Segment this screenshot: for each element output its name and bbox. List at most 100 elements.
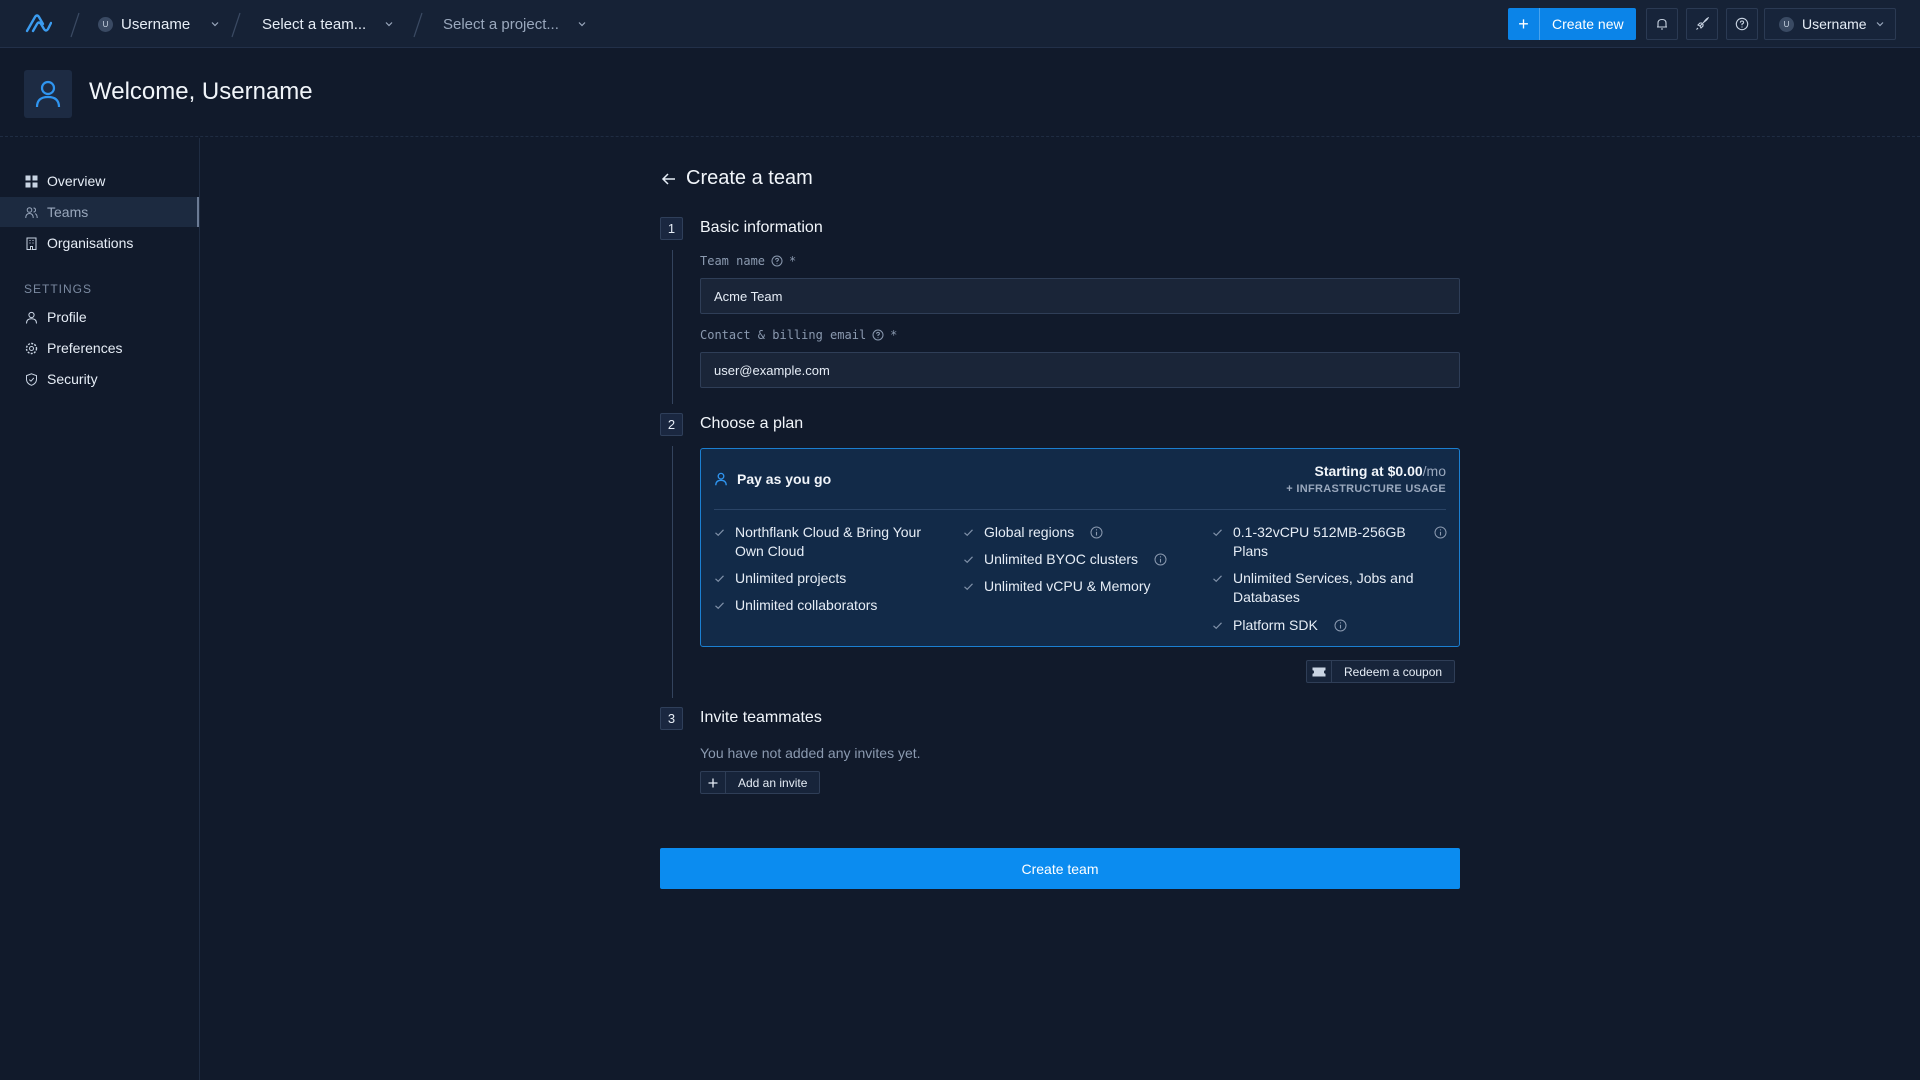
breadcrumb-separator xyxy=(231,12,241,38)
sidebar-item-label: Organisations xyxy=(47,235,134,251)
step-connector xyxy=(672,250,673,404)
help-circle-icon[interactable] xyxy=(872,329,884,341)
plan-feature: Northflank Cloud & Bring Your Own Cloud xyxy=(714,523,944,561)
user-crumb-label: Username xyxy=(121,15,191,33)
sidebar-item-security[interactable]: Security xyxy=(0,364,199,394)
plan-feature-text: Northflank Cloud & Bring Your Own Cloud xyxy=(735,524,921,559)
email-label-text: Contact & billing email xyxy=(700,328,867,342)
user-avatar xyxy=(24,70,72,118)
plan-feature: Global regions xyxy=(963,523,1193,542)
info-icon[interactable] xyxy=(1434,526,1447,539)
step-title: Basic information xyxy=(700,219,823,236)
sidebar-item-organisations[interactable]: Organisations xyxy=(0,228,199,258)
sidebar-item-label: Preferences xyxy=(47,340,123,356)
plan-feature-text: Unlimited projects xyxy=(735,570,847,586)
team-select-label: Select a team... xyxy=(262,15,367,33)
create-team-button[interactable]: Create team xyxy=(660,848,1460,889)
chevron-down-icon xyxy=(211,22,219,27)
no-invites-text: You have not added any invites yet. xyxy=(700,745,921,761)
redeem-coupon-button[interactable]: Redeem a coupon xyxy=(1306,660,1456,683)
sidebar-item-label: Teams xyxy=(47,204,89,220)
user-crumb[interactable]: U Username xyxy=(98,0,220,48)
check-icon xyxy=(964,583,973,591)
plan-feature-text: Platform SDK xyxy=(1233,617,1318,633)
team-select[interactable]: Select a team... xyxy=(262,0,394,48)
plan-feature-text: Unlimited BYOC clusters xyxy=(984,551,1139,567)
settings-heading: SETTINGS xyxy=(24,282,93,296)
info-icon[interactable] xyxy=(1334,619,1347,632)
check-icon xyxy=(964,529,973,537)
required-marker: * xyxy=(789,254,797,268)
team-name-input[interactable]: Acme Team xyxy=(700,278,1460,314)
user-avatar-small: U xyxy=(1779,16,1794,32)
page-title-text: Create a team xyxy=(686,167,813,189)
bell-icon xyxy=(1657,18,1667,30)
plus-icon: + xyxy=(1508,8,1540,40)
user-icon xyxy=(26,311,37,324)
required-marker: * xyxy=(890,328,898,342)
users-icon xyxy=(25,206,38,218)
user-icon xyxy=(715,472,727,486)
check-icon xyxy=(964,556,973,564)
check-icon xyxy=(1213,622,1222,630)
price-unit: /mo xyxy=(1422,463,1446,479)
plan-feature: Unlimited vCPU & Memory xyxy=(963,577,1193,596)
welcome-title: Welcome, Username xyxy=(89,78,313,105)
price-value: $0.00 xyxy=(1387,463,1423,479)
create-new-label: Create new xyxy=(1552,16,1624,32)
plan-feature-text: Unlimited collaborators xyxy=(735,597,878,613)
check-icon xyxy=(715,529,724,537)
northflank-logo-icon[interactable] xyxy=(24,12,52,36)
help-button[interactable] xyxy=(1726,8,1758,40)
price-prefix: Starting at xyxy=(1314,463,1384,479)
breadcrumb-separator xyxy=(70,12,80,38)
infrastructure-note: + INFRASTRUCTURE USAGE xyxy=(1286,483,1446,495)
grid-icon xyxy=(25,175,38,187)
project-select[interactable]: Select a project... xyxy=(443,0,587,48)
plan-feature-text: Unlimited Services, Jobs and Databases xyxy=(1233,570,1414,605)
plan-feature-text: Unlimited vCPU & Memory xyxy=(984,578,1151,594)
info-icon[interactable] xyxy=(1154,553,1167,566)
plan-name: Pay as you go xyxy=(737,471,832,487)
gear-icon xyxy=(25,342,38,354)
breadcrumb-separator xyxy=(413,12,423,38)
plan-feature: 0.1-32vCPU 512MB-256GB Plans xyxy=(1212,523,1448,561)
plan-feature: Unlimited collaborators xyxy=(714,596,944,615)
sidebar-item-overview[interactable]: Overview xyxy=(0,166,199,196)
sidebar-item-teams[interactable]: Teams xyxy=(0,197,199,227)
page-header: Welcome, Username xyxy=(0,48,1920,137)
plan-divider xyxy=(714,509,1446,510)
plan-feature: Unlimited Services, Jobs and Databases xyxy=(1212,569,1448,607)
arrow-left-icon[interactable] xyxy=(661,172,676,186)
plan-feature: Unlimited projects xyxy=(714,569,944,588)
plan-card-pay-as-you-go[interactable]: Pay as you go Starting at $0.00/mo + INF… xyxy=(700,448,1460,647)
check-icon xyxy=(715,602,724,610)
step-connector xyxy=(672,446,673,698)
user-avatar-small: U xyxy=(98,16,113,32)
deploy-button[interactable] xyxy=(1686,8,1718,40)
help-circle-icon[interactable] xyxy=(771,255,783,267)
create-new-button[interactable]: + Create new xyxy=(1508,8,1636,40)
sidebar-item-label: Profile xyxy=(47,309,87,325)
chevron-down-icon xyxy=(578,22,586,27)
page-title: Create a team xyxy=(661,167,813,190)
sidebar-item-preferences[interactable]: Preferences xyxy=(0,333,199,363)
add-invite-button[interactable]: Add an invite xyxy=(700,771,821,794)
user-icon xyxy=(35,80,61,108)
plan-feature: Platform SDK xyxy=(1212,616,1448,635)
team-name-label: Team name * xyxy=(700,254,796,268)
redeem-coupon-label: Redeem a coupon xyxy=(1344,664,1443,679)
user-menu-button[interactable]: U Username xyxy=(1764,8,1896,40)
sidebar-item-profile[interactable]: Profile xyxy=(0,302,199,332)
chevron-down-icon xyxy=(1876,22,1884,27)
email-input[interactable]: user@example.com xyxy=(700,352,1460,388)
plan-price: Starting at $0.00/mo xyxy=(1314,463,1446,479)
step-title: Choose a plan xyxy=(700,415,804,432)
notifications-button[interactable] xyxy=(1646,8,1678,40)
info-icon[interactable] xyxy=(1090,526,1103,539)
shield-icon xyxy=(26,372,37,386)
rocket-icon xyxy=(1696,17,1709,30)
sidebar-item-label: Security xyxy=(47,371,98,387)
plan-feature-text: Global regions xyxy=(984,524,1075,540)
building-icon xyxy=(26,237,37,250)
